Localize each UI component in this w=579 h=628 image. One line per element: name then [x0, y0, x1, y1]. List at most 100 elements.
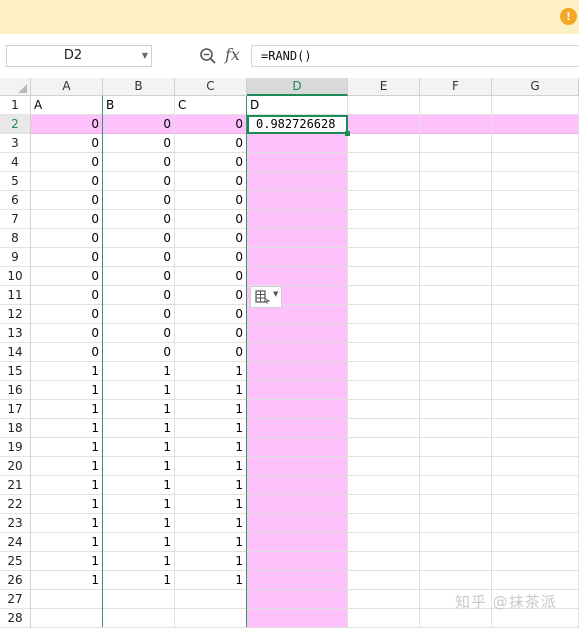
cell-c16[interactable]: 1 [175, 381, 247, 400]
cell-d17[interactable] [247, 400, 348, 419]
cell-f12[interactable] [420, 305, 492, 324]
column-header-d[interactable]: D [247, 78, 348, 96]
cell-a26[interactable]: 1 [31, 571, 103, 590]
cell-f19[interactable] [420, 438, 492, 457]
cell-f11[interactable] [420, 286, 492, 305]
cell-a2[interactable]: 0 [31, 115, 103, 134]
cell-b3[interactable]: 0 [103, 134, 175, 153]
cell-c15[interactable]: 1 [175, 362, 247, 381]
row-header-25[interactable]: 25 [0, 552, 31, 571]
cell-g14[interactable] [492, 343, 579, 362]
warning-icon[interactable]: ! [560, 8, 577, 25]
row-header-11[interactable]: 11 [0, 286, 31, 305]
row-header-20[interactable]: 20 [0, 457, 31, 476]
cell-f26[interactable] [420, 571, 492, 590]
cell-d16[interactable] [247, 381, 348, 400]
cell-e22[interactable] [348, 495, 420, 514]
cell-a3[interactable]: 0 [31, 134, 103, 153]
cell-a21[interactable]: 1 [31, 476, 103, 495]
cell-a6[interactable]: 0 [31, 191, 103, 210]
row-header-22[interactable]: 22 [0, 495, 31, 514]
cell-g1[interactable] [492, 96, 579, 115]
cell-g18[interactable] [492, 419, 579, 438]
cell-f13[interactable] [420, 324, 492, 343]
row-header-19[interactable]: 19 [0, 438, 31, 457]
cell-e1[interactable] [348, 96, 420, 115]
cell-d25[interactable] [247, 552, 348, 571]
cell-d8[interactable] [247, 229, 348, 248]
cell-b15[interactable]: 1 [103, 362, 175, 381]
fill-handle[interactable] [345, 131, 350, 136]
cell-c20[interactable]: 1 [175, 457, 247, 476]
row-header-17[interactable]: 17 [0, 400, 31, 419]
cell-f17[interactable] [420, 400, 492, 419]
cell-g15[interactable] [492, 362, 579, 381]
cell-f4[interactable] [420, 153, 492, 172]
cell-b23[interactable]: 1 [103, 514, 175, 533]
cell-g17[interactable] [492, 400, 579, 419]
cell-a13[interactable]: 0 [31, 324, 103, 343]
row-header-12[interactable]: 12 [0, 305, 31, 324]
cell-a12[interactable]: 0 [31, 305, 103, 324]
row-header-4[interactable]: 4 [0, 153, 31, 172]
row-header-15[interactable]: 15 [0, 362, 31, 381]
cell-f15[interactable] [420, 362, 492, 381]
column-header-f[interactable]: F [420, 78, 492, 96]
cell-d24[interactable] [247, 533, 348, 552]
cell-b11[interactable]: 0 [103, 286, 175, 305]
cell-f9[interactable] [420, 248, 492, 267]
cell-b26[interactable]: 1 [103, 571, 175, 590]
cell-c2[interactable]: 0 [175, 115, 247, 134]
row-header-7[interactable]: 7 [0, 210, 31, 229]
cell-d18[interactable] [247, 419, 348, 438]
cell-g7[interactable] [492, 210, 579, 229]
cell-b18[interactable]: 1 [103, 419, 175, 438]
cell-g2[interactable] [492, 115, 579, 134]
column-header-g[interactable]: G [492, 78, 579, 96]
cell-a9[interactable]: 0 [31, 248, 103, 267]
cell-d13[interactable] [247, 324, 348, 343]
cell-e18[interactable] [348, 419, 420, 438]
cell-f8[interactable] [420, 229, 492, 248]
column-header-c[interactable]: C [175, 78, 247, 96]
fx-icon[interactable]: fx [225, 45, 240, 65]
cell-a11[interactable]: 0 [31, 286, 103, 305]
formula-input[interactable]: =RAND() [251, 45, 579, 67]
column-header-b[interactable]: B [103, 78, 175, 96]
active-cell-d2[interactable]: 0.982726628 [247, 115, 348, 134]
column-header-e[interactable]: E [348, 78, 420, 96]
cell-e15[interactable] [348, 362, 420, 381]
cell-c10[interactable]: 0 [175, 267, 247, 286]
cell-f7[interactable] [420, 210, 492, 229]
cell-b24[interactable]: 1 [103, 533, 175, 552]
cell-e27[interactable] [348, 590, 420, 609]
cell-c1[interactable]: C [175, 96, 247, 115]
cell-g11[interactable] [492, 286, 579, 305]
cell-g19[interactable] [492, 438, 579, 457]
cell-b1[interactable]: B [103, 96, 175, 115]
cell-g4[interactable] [492, 153, 579, 172]
cell-g26[interactable] [492, 571, 579, 590]
cell-a18[interactable]: 1 [31, 419, 103, 438]
cell-c11[interactable]: 0 [175, 286, 247, 305]
cell-c26[interactable]: 1 [175, 571, 247, 590]
cell-g25[interactable] [492, 552, 579, 571]
cell-a17[interactable]: 1 [31, 400, 103, 419]
row-header-18[interactable]: 18 [0, 419, 31, 438]
cell-b16[interactable]: 1 [103, 381, 175, 400]
cell-e17[interactable] [348, 400, 420, 419]
row-header-1[interactable]: 1 [0, 96, 31, 115]
paste-options-button[interactable]: ▼ [250, 286, 282, 308]
cell-b25[interactable]: 1 [103, 552, 175, 571]
row-header-8[interactable]: 8 [0, 229, 31, 248]
cell-a7[interactable]: 0 [31, 210, 103, 229]
cell-d20[interactable] [247, 457, 348, 476]
chevron-down-icon[interactable]: ▼ [273, 290, 278, 298]
cell-g10[interactable] [492, 267, 579, 286]
cell-e7[interactable] [348, 210, 420, 229]
cell-e19[interactable] [348, 438, 420, 457]
cell-c8[interactable]: 0 [175, 229, 247, 248]
cell-a28[interactable] [31, 609, 103, 628]
row-header-6[interactable]: 6 [0, 191, 31, 210]
cell-e3[interactable] [348, 134, 420, 153]
